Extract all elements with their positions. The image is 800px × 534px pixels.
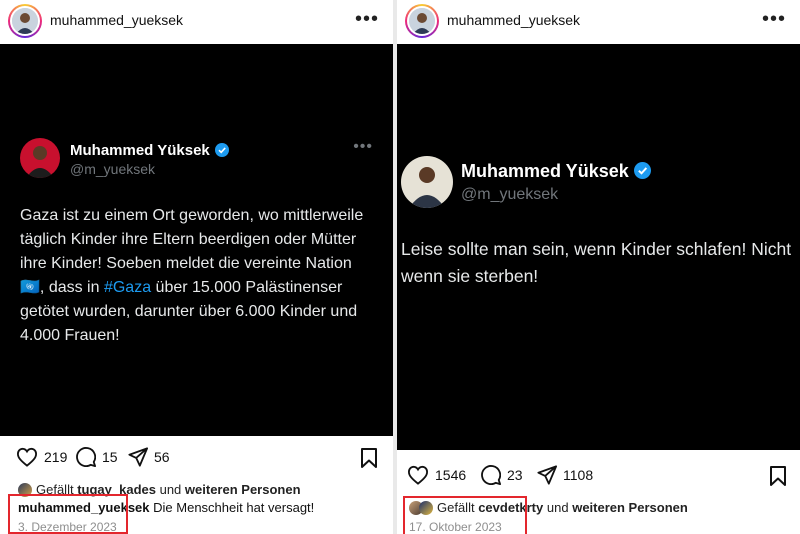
- post-image[interactable]: Muhammed Yüksek @m_yueksek ••• Gaza ist …: [0, 44, 393, 436]
- comment-button[interactable]: 15: [76, 447, 118, 467]
- comment-icon: [481, 465, 501, 485]
- bookmark-icon: [770, 466, 786, 486]
- post-header: muhammed_yueksek •••: [397, 0, 800, 42]
- bookmark-button[interactable]: [360, 447, 384, 469]
- username[interactable]: muhammed_yueksek: [447, 12, 580, 28]
- post-image[interactable]: Muhammed Yüksek @m_yueksek Leise sollte …: [397, 44, 800, 450]
- tweet-avatar: [401, 156, 453, 208]
- tweet-author-name: Muhammed Yüksek: [70, 142, 229, 161]
- likes-count: 219: [44, 449, 68, 465]
- share-button[interactable]: 1108: [537, 465, 593, 485]
- highlight-box: [8, 494, 128, 534]
- more-icon[interactable]: •••: [355, 8, 379, 31]
- action-bar: 219 15 56: [0, 444, 393, 474]
- shares-count: 1108: [563, 467, 594, 483]
- tweet-text: Leise sollte man sein, wenn Kinder schla…: [401, 239, 792, 286]
- action-bar: 1546 23 1108: [397, 462, 800, 492]
- share-button[interactable]: 56: [128, 447, 170, 467]
- comments-count: 23: [507, 467, 523, 483]
- comment-button[interactable]: 23: [481, 465, 523, 485]
- heart-icon: [407, 465, 429, 485]
- username[interactable]: muhammed_yueksek: [50, 12, 183, 28]
- share-icon: [128, 447, 148, 467]
- post-right: muhammed_yueksek ••• Muhammed Yüksek @m_…: [397, 0, 800, 534]
- shares-count: 56: [154, 449, 170, 465]
- hashtag[interactable]: #Gaza: [104, 279, 151, 296]
- tweet-handle: @m_yueksek: [70, 161, 156, 177]
- avatar[interactable]: [405, 4, 439, 38]
- post-left: muhammed_yueksek ••• Muhammed Yüksek @m_…: [0, 0, 393, 534]
- bookmark-button[interactable]: [769, 465, 793, 487]
- more-icon[interactable]: •••: [762, 8, 786, 31]
- verified-icon: [214, 143, 229, 161]
- tweet-handle: @m_yueksek: [461, 186, 559, 203]
- highlight-box: [403, 496, 527, 534]
- tweet-text: Gaza ist zu einem Ort geworden, wo mittl…: [20, 207, 364, 344]
- tweet-author-name: Muhammed Yüksek: [461, 161, 651, 184]
- verified-icon: [633, 162, 651, 184]
- likes-count: 1546: [435, 467, 467, 483]
- caption-text: Die Menschheit hat versagt!: [153, 500, 315, 515]
- like-button[interactable]: 1546: [407, 465, 466, 485]
- share-icon: [537, 465, 557, 485]
- tweet-avatar: [20, 138, 60, 178]
- heart-icon: [16, 447, 38, 467]
- comment-icon: [76, 447, 96, 467]
- bookmark-icon: [361, 448, 377, 468]
- comments-count: 15: [102, 449, 118, 465]
- like-button[interactable]: 219: [16, 447, 67, 467]
- post-header: muhammed_yueksek •••: [0, 0, 393, 42]
- tweet-more-icon: •••: [353, 138, 373, 155]
- avatar[interactable]: [8, 4, 42, 38]
